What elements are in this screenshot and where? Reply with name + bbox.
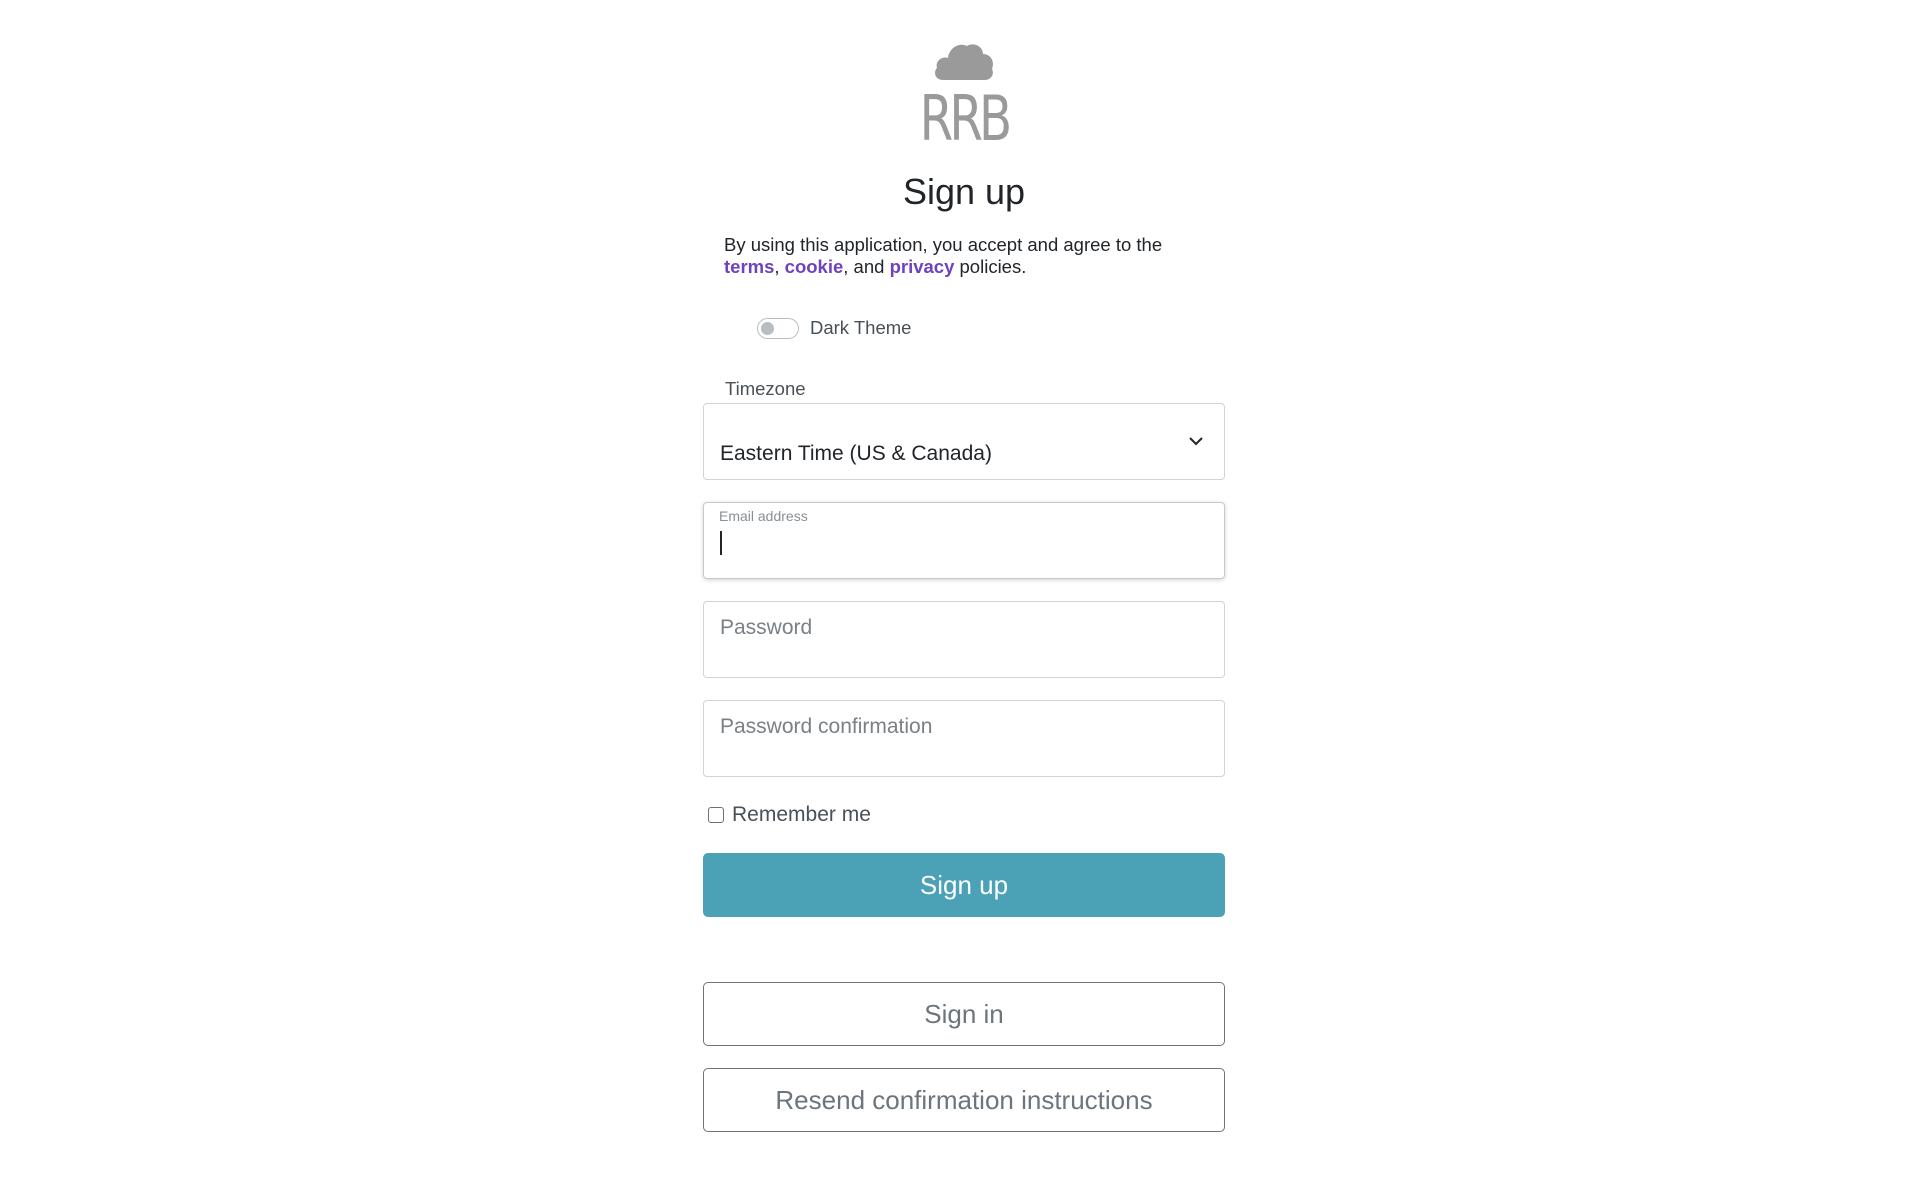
logo-text: RRB bbox=[919, 82, 1013, 155]
dark-theme-label: Dark Theme bbox=[810, 317, 912, 338]
legal-suffix: policies. bbox=[959, 256, 1027, 277]
dark-theme-toggle[interactable] bbox=[757, 317, 799, 339]
remember-me-label[interactable]: Remember me bbox=[732, 803, 871, 827]
page-title: Sign up bbox=[902, 171, 1026, 212]
sign-up-button[interactable]: Sign up bbox=[703, 853, 1225, 917]
timezone-selected-value: Eastern Time (US & Canada) bbox=[720, 442, 992, 465]
timezone-select[interactable]: Eastern Time (US & Canada) bbox=[703, 403, 1225, 480]
timezone-label: Timezone bbox=[725, 378, 806, 399]
cloud-icon bbox=[935, 44, 993, 81]
password-confirmation-field[interactable]: Password confirmation bbox=[703, 700, 1225, 777]
password-field[interactable]: Password bbox=[703, 601, 1225, 678]
resend-confirmation-button[interactable]: Resend confirmation instructions bbox=[703, 1068, 1225, 1132]
toggle-knob bbox=[761, 321, 774, 335]
privacy-link[interactable]: privacy bbox=[890, 256, 955, 277]
remember-me-row: Remember me bbox=[708, 803, 871, 827]
email-label: Email address bbox=[719, 508, 808, 524]
legal-prefix: By using this application, you accept an… bbox=[724, 234, 1163, 255]
text-caret bbox=[720, 531, 722, 555]
sign-up-page: RRB Sign up By using this application, y… bbox=[0, 0, 1920, 1200]
terms-link[interactable]: terms bbox=[724, 256, 774, 277]
sign-in-button[interactable]: Sign in bbox=[703, 982, 1225, 1046]
logo: RRB bbox=[703, 38, 1225, 152]
legal-sep-2: , and bbox=[843, 256, 885, 277]
password-placeholder: Password bbox=[720, 616, 813, 639]
remember-me-checkbox[interactable] bbox=[708, 807, 724, 823]
password-confirmation-placeholder: Password confirmation bbox=[720, 715, 933, 738]
legal-sep-1: , bbox=[774, 256, 780, 277]
chevron-down-icon bbox=[1189, 437, 1203, 446]
cookie-link[interactable]: cookie bbox=[785, 256, 844, 277]
legal-notice: By using this application, you accept an… bbox=[724, 234, 1204, 278]
email-field[interactable]: Email address bbox=[703, 502, 1225, 579]
dark-theme-row: Dark Theme bbox=[757, 316, 911, 340]
